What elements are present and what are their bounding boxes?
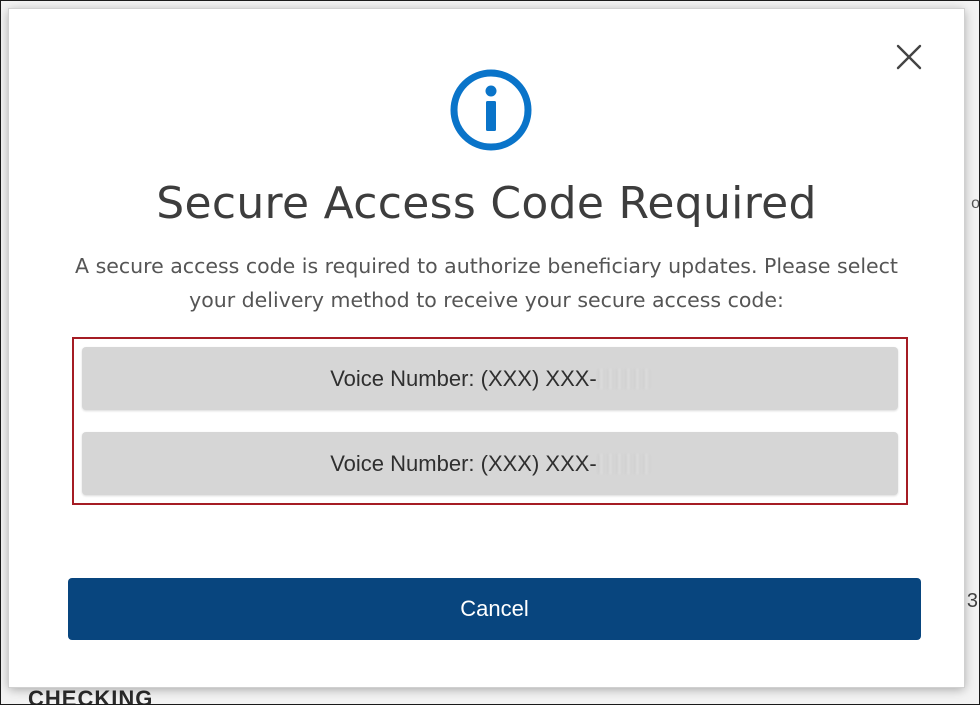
option-label: Voice Number: (XXX) XXX- (330, 450, 597, 476)
modal-description: A secure access code is required to auth… (75, 254, 898, 312)
secure-access-modal: Secure Access Code Required A secure acc… (9, 9, 964, 687)
option-label: Voice Number: (XXX) XXX- (330, 365, 597, 391)
info-icon (449, 68, 533, 152)
cancel-button[interactable]: Cancel (68, 578, 921, 640)
background-edge-text: o (971, 195, 980, 212)
background-account-label: CHECKING (28, 686, 154, 705)
masked-digits: 1111 (597, 368, 650, 389)
masked-digits: 2953 (597, 453, 650, 474)
close-icon (896, 44, 922, 70)
modal-title: Secure Access Code Required (156, 178, 817, 229)
close-button[interactable] (889, 37, 929, 77)
delivery-options-highlight: Voice Number: (XXX) XXX-1111 Voice Numbe… (72, 337, 908, 505)
voice-number-option-2[interactable]: Voice Number: (XXX) XXX-2953 (82, 432, 898, 495)
voice-number-option-1[interactable]: Voice Number: (XXX) XXX-1111 (82, 347, 898, 410)
background-edge-text: 3 (966, 590, 978, 612)
